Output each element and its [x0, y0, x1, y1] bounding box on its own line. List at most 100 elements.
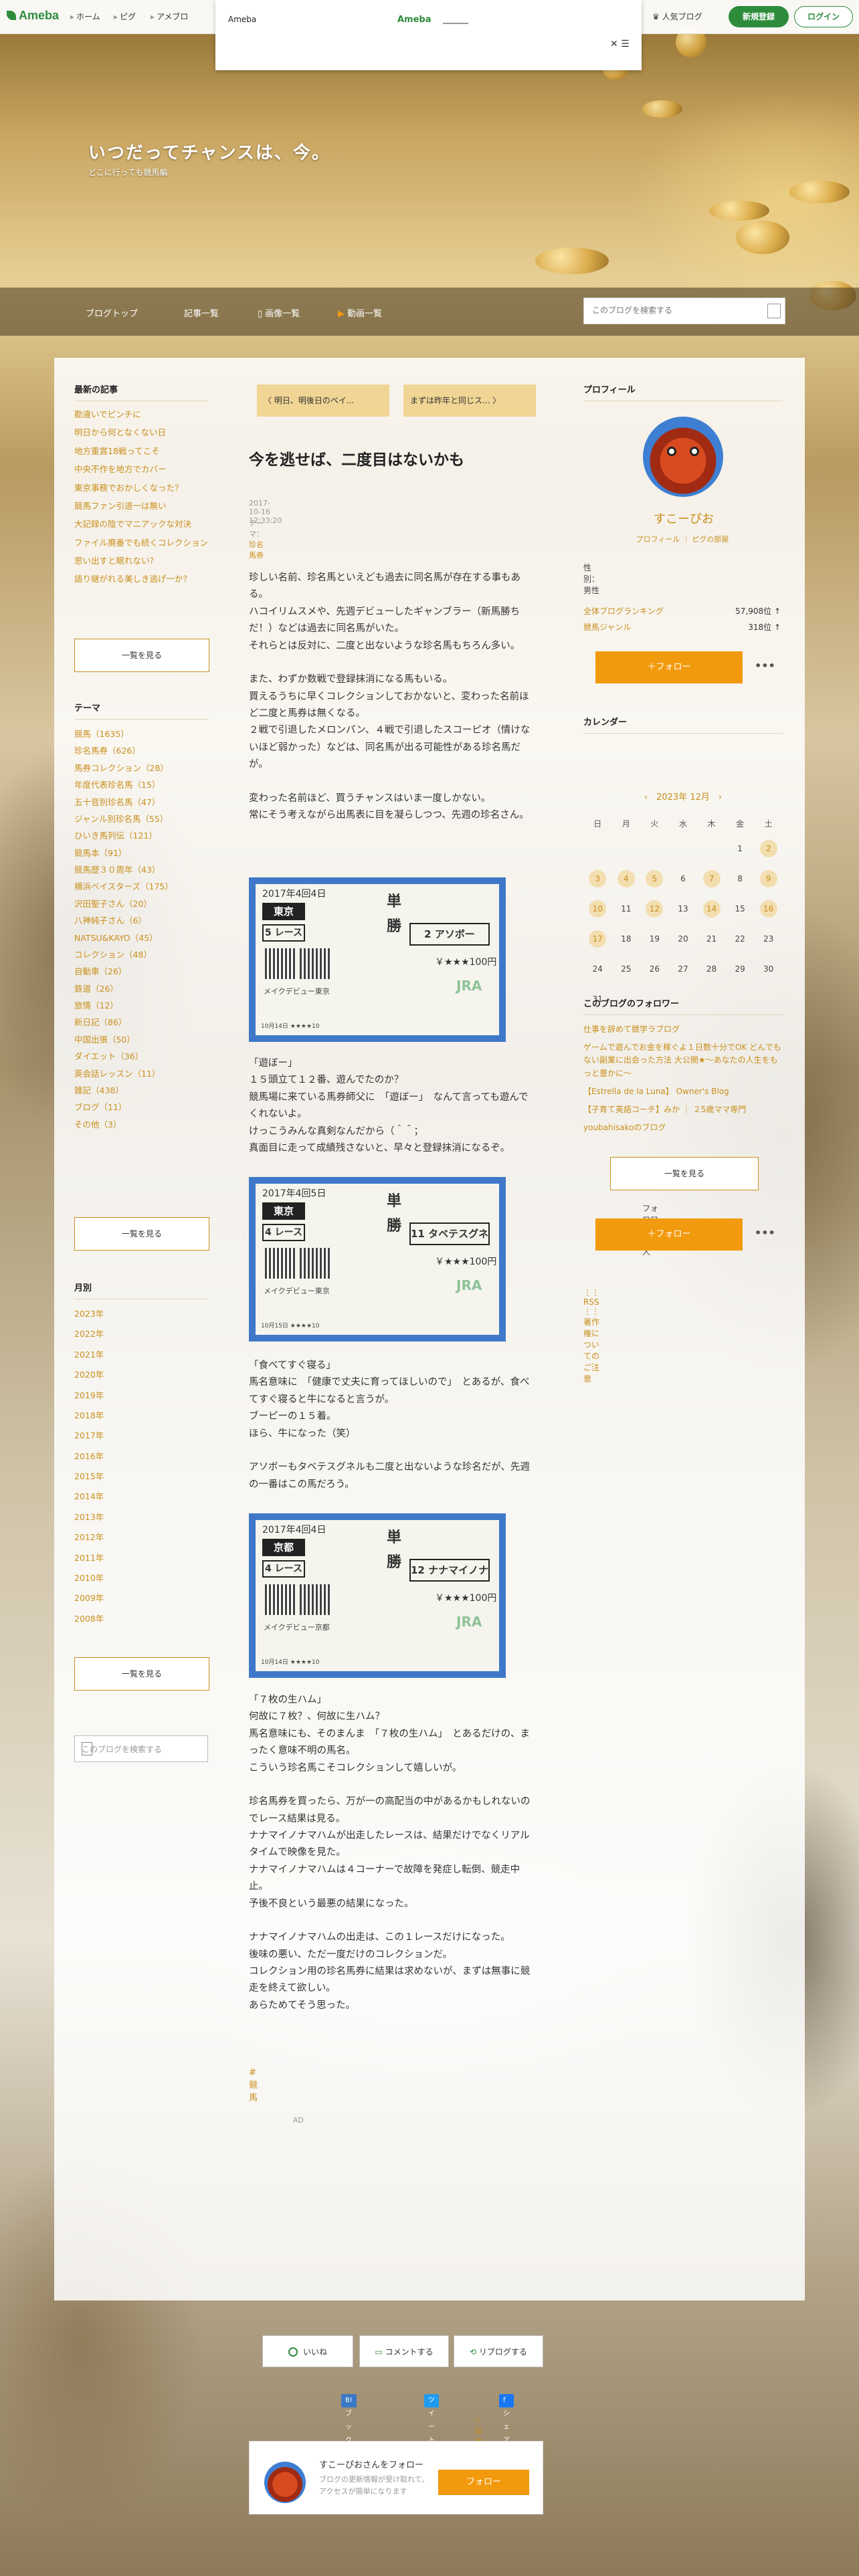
monthly-item[interactable]: 2017年: [74, 1429, 211, 1449]
calendar-day[interactable]: 12: [640, 893, 669, 924]
topnav-home[interactable]: ホーム: [70, 11, 100, 22]
prev-article-link[interactable]: 〈 明日、明後日のベイ...: [257, 385, 389, 417]
theme-item[interactable]: 五十音別珍名馬（47）: [74, 796, 211, 813]
blog-title[interactable]: いつだってチャンスは、今。: [88, 139, 330, 164]
recent-article-item[interactable]: 地方重賞18戦ってこそ: [74, 445, 211, 463]
calendar-day[interactable]: 10: [583, 893, 612, 924]
day-number[interactable]: 9: [759, 869, 777, 887]
theme-link[interactable]: 珍名馬券: [249, 540, 264, 560]
ameba-logo[interactable]: Ameba: [7, 9, 59, 23]
monthly-item[interactable]: 2014年: [74, 1490, 211, 1510]
recent-article-item[interactable]: 語り継がれる美しき逃げ一か？: [74, 572, 211, 591]
recent-article-item[interactable]: 東京事務でおかしくなった？: [74, 481, 211, 500]
calendar-day[interactable]: 3: [583, 863, 612, 893]
theme-item[interactable]: ブログ（11）: [74, 1101, 211, 1117]
theme-item[interactable]: ジャンル別珍名馬（55）: [74, 813, 211, 829]
day-number[interactable]: 3: [589, 869, 607, 887]
more-icon[interactable]: •••: [755, 1226, 775, 1239]
nav-image-list[interactable]: ▯ 画像一覧: [258, 306, 300, 319]
day-number[interactable]: 5: [646, 869, 664, 887]
more-icon[interactable]: •••: [755, 659, 775, 672]
theme-item[interactable]: 競馬本（91）: [74, 847, 211, 863]
reblog-button[interactable]: ⟲ リブログする: [454, 2335, 543, 2367]
monthly-item[interactable]: 2022年: [74, 1327, 211, 1348]
topnav-pigg[interactable]: ピグ: [114, 11, 136, 22]
follow-button[interactable]: ＋フォロー: [595, 651, 743, 683]
genre-ranking[interactable]: 競馬ジャンル 318位 ↑: [583, 621, 781, 633]
calendar-day[interactable]: 9: [754, 863, 783, 893]
recent-article-item[interactable]: 中央不作を地方でカバー: [74, 463, 211, 481]
follower-blog-item[interactable]: 仕事を辞めて競学ラブログ: [583, 1023, 784, 1041]
signup-button[interactable]: 新規登録: [729, 6, 789, 27]
monthly-item[interactable]: 2015年: [74, 1470, 211, 1490]
calendar-day[interactable]: 16: [754, 893, 783, 924]
monthly-item[interactable]: 2009年: [74, 1592, 211, 1612]
facebook-share-button[interactable]: f シェア 0: [499, 2394, 514, 2458]
day-number[interactable]: 17: [589, 930, 607, 948]
monthly-item[interactable]: 2020年: [74, 1368, 211, 1388]
recent-article-item[interactable]: 思い出すと眠れない？: [74, 554, 211, 572]
nav-video-list[interactable]: ▶ 動画一覧: [338, 306, 382, 319]
popup-close-icon[interactable]: ✕ ☰: [610, 39, 630, 49]
calendar-day[interactable]: 7: [697, 863, 726, 893]
theme-item[interactable]: コレクション（48）: [74, 948, 211, 965]
monthly-item[interactable]: 2018年: [74, 1409, 211, 1429]
follower-blog-item[interactable]: 【子育て英語コーチ】みか ｜ ２5歳ママ専門: [583, 1103, 784, 1121]
theme-item[interactable]: 横浜ベイスターズ（175）: [74, 880, 211, 897]
monthly-more-button[interactable]: 一覧を見る: [74, 1657, 209, 1691]
monthly-item[interactable]: 2008年: [74, 1612, 211, 1632]
comment-button[interactable]: ▭ コメントする: [359, 2335, 449, 2367]
calendar-day[interactable]: 2: [754, 833, 783, 863]
search-icon[interactable]: [82, 1742, 92, 1755]
tweet-button[interactable]: ツイート: [424, 2394, 439, 2444]
nav-article-list[interactable]: 記事一覧: [184, 306, 219, 319]
calendar-day[interactable]: 5: [640, 863, 669, 893]
theme-item[interactable]: 八神純子さん（6）: [74, 914, 211, 931]
theme-more-button[interactable]: 一覧を見る: [74, 1217, 209, 1251]
profile-links[interactable]: プロフィール ｜ ピグの部屋: [615, 534, 749, 544]
recent-article-item[interactable]: 大記録の陰でマニアックな対決: [74, 518, 211, 536]
follower-blog-item[interactable]: 【Estrella de la Luna】 Owner's Blog: [583, 1085, 784, 1103]
day-number[interactable]: 16: [759, 899, 777, 918]
theme-item[interactable]: 競馬（1635）: [74, 728, 211, 744]
follow-card-button[interactable]: フォロー: [438, 2470, 529, 2495]
monthly-item[interactable]: 2013年: [74, 1511, 211, 1531]
theme-item[interactable]: 中国出張（50）: [74, 1033, 211, 1050]
follower-blog-item[interactable]: ゲームで遊んでお金を稼ぐよ１日数十分でOK どんでもない副業に出会った方法 大公…: [583, 1041, 784, 1085]
theme-item[interactable]: NATSU&KAYO（45）: [74, 932, 211, 948]
copyright-notice-link[interactable]: ⋮⋮ 著作権についてのご注意: [583, 1307, 599, 1384]
topnav-ameblo[interactable]: アメブロ: [151, 11, 188, 22]
theme-item[interactable]: その他（3）: [74, 1118, 211, 1135]
day-number[interactable]: 2: [759, 839, 777, 857]
theme-item[interactable]: 年度代表珍名馬（15）: [74, 778, 211, 795]
theme-item[interactable]: 英会話レッスン（11）: [74, 1067, 211, 1084]
theme-item[interactable]: 自動車（26）: [74, 965, 211, 982]
theme-item[interactable]: ダイエット（36）: [74, 1050, 211, 1067]
day-number[interactable]: 14: [702, 899, 721, 918]
monthly-item[interactable]: 2010年: [74, 1572, 211, 1592]
day-number[interactable]: 7: [702, 869, 721, 887]
calendar-day[interactable]: 4: [612, 863, 641, 893]
recent-article-item[interactable]: 明日から何となくない日: [74, 426, 211, 444]
theme-item[interactable]: 馬券コレクション（28）: [74, 762, 211, 778]
next-article-link[interactable]: まずは昨年と同じス... 〉: [403, 385, 536, 417]
day-number[interactable]: 12: [646, 899, 664, 918]
profile-avatar[interactable]: [643, 417, 723, 497]
monthly-item[interactable]: 2021年: [74, 1348, 211, 1368]
theme-item[interactable]: 新日記（86）: [74, 1016, 211, 1033]
recent-more-button[interactable]: 一覧を見る: [74, 639, 209, 672]
day-number[interactable]: 4: [617, 869, 635, 887]
recent-article-item[interactable]: 競馬ファン引退一は無い: [74, 500, 211, 518]
profile-name[interactable]: すこーぴお: [650, 510, 717, 527]
recent-article-item[interactable]: ファイル廃番でも続くコレクション: [74, 536, 211, 554]
monthly-item[interactable]: 2012年: [74, 1531, 211, 1551]
theme-item[interactable]: 競馬歴３０周年（43）: [74, 863, 211, 880]
calendar-day[interactable]: 14: [697, 893, 726, 924]
theme-item[interactable]: ひいき馬列伝（121）: [74, 829, 211, 846]
nav-blog-top[interactable]: ブログトップ: [86, 306, 138, 319]
blog-search-input[interactable]: [584, 298, 767, 322]
search-icon[interactable]: [767, 304, 781, 318]
calendar-day[interactable]: 17: [583, 924, 612, 954]
monthly-item[interactable]: 2023年: [74, 1307, 211, 1327]
day-number[interactable]: 10: [589, 899, 607, 918]
